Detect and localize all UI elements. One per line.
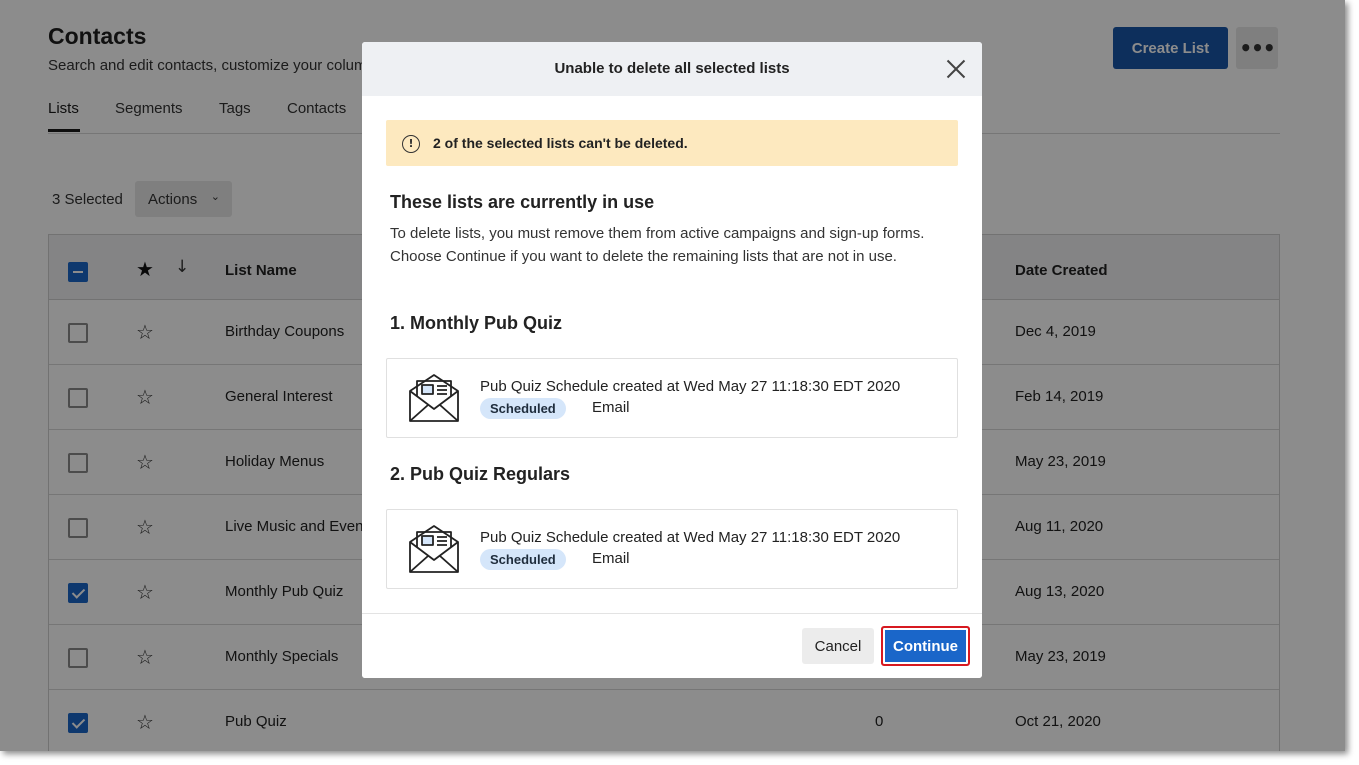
status-badge: Scheduled [480, 398, 566, 419]
status-badge: Scheduled [480, 549, 566, 570]
campaign-name[interactable]: Pub Quiz Schedule created at Wed May 27 … [480, 529, 900, 546]
dialog-footer: Cancel Continue [362, 613, 982, 678]
list-heading: 1. Monthly Pub Quiz [390, 313, 562, 333]
dialog-header: Unable to delete all selected lists [362, 42, 982, 96]
campaign-card: Pub Quiz Schedule created at Wed May 27 … [386, 358, 958, 438]
warning-banner: ! 2 of the selected lists can't be delet… [386, 120, 958, 166]
dialog-title: Unable to delete all selected lists [554, 60, 790, 77]
warning-icon: ! [402, 135, 420, 153]
app-window: Contacts Search and edit contacts, custo… [0, 0, 1345, 751]
campaign-type: Email [592, 399, 630, 416]
email-campaign-icon [409, 525, 459, 573]
campaign-name[interactable]: Pub Quiz Schedule created at Wed May 27 … [480, 378, 900, 395]
delete-lists-dialog: Unable to delete all selected lists ! 2 … [362, 42, 982, 678]
close-icon[interactable] [945, 58, 967, 80]
in-use-heading: These lists are currently in use [390, 192, 655, 212]
campaign-card: Pub Quiz Schedule created at Wed May 27 … [386, 509, 958, 589]
continue-button[interactable]: Continue [881, 626, 970, 666]
list-heading: 2. Pub Quiz Regulars [390, 464, 571, 484]
email-campaign-icon [409, 374, 459, 422]
cancel-button[interactable]: Cancel [802, 628, 874, 664]
warning-text: 2 of the selected lists can't be deleted… [433, 135, 688, 151]
campaign-type: Email [592, 550, 630, 567]
in-use-description: To delete lists, you must remove them fr… [390, 225, 925, 265]
